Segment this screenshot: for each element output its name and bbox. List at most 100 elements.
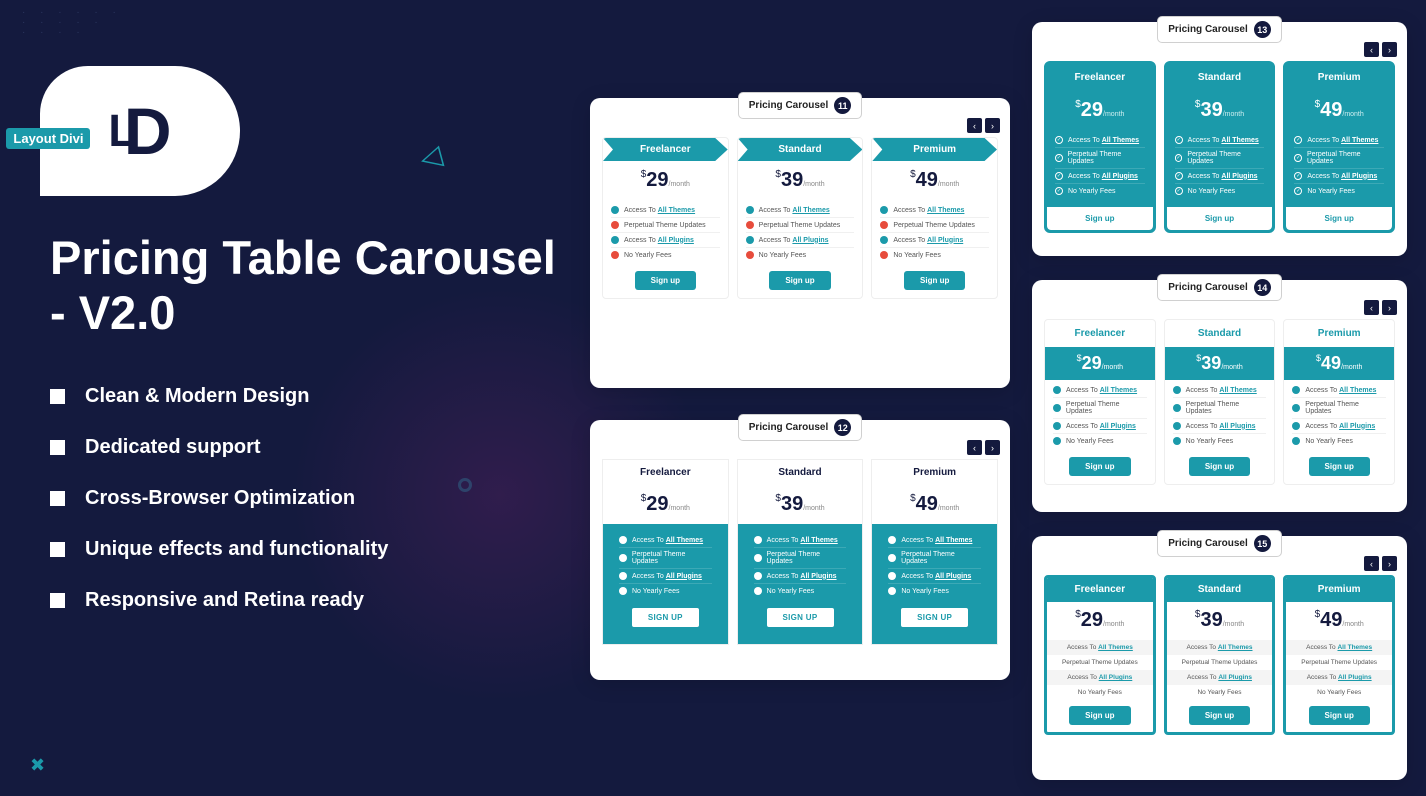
plan-feature: No Yearly Fees — [746, 247, 855, 262]
check-icon — [1173, 386, 1181, 394]
plan-price: $29/month — [603, 161, 728, 200]
plan-feature: Perpetual Theme Updates — [619, 547, 712, 568]
plan-feature: Perpetual Theme Updates — [746, 217, 855, 232]
signup-button[interactable]: Sign up — [1167, 207, 1273, 230]
signup-button[interactable]: Sign up — [635, 271, 696, 290]
prev-icon[interactable]: ‹ — [1364, 556, 1379, 571]
plan-feature: ✓Perpetual Theme Updates — [1055, 147, 1145, 168]
plan-feature: Perpetual Theme Updates — [1173, 397, 1267, 418]
signup-button[interactable]: Sign up — [1047, 207, 1153, 230]
plan-feature: Perpetual Theme Updates — [1292, 397, 1386, 418]
plan-feature: Access To All Plugins — [1047, 670, 1153, 685]
signup-button[interactable]: SIGN UP — [631, 607, 700, 628]
signup-button[interactable]: Sign up — [904, 271, 965, 290]
check-icon — [1053, 437, 1061, 445]
plan-price: $29/month — [1045, 347, 1155, 380]
prev-icon[interactable]: ‹ — [967, 440, 982, 455]
plan-feature: Access To All Themes — [888, 533, 981, 547]
x-icon — [611, 221, 619, 229]
check-icon: ✓ — [1055, 154, 1063, 162]
plan-card: Premium $49/month ✓Access To All Themes … — [1283, 61, 1395, 233]
plan-name: Standard — [1167, 64, 1273, 91]
plan-card: Premium $49/month Access To All Themes P… — [1283, 319, 1395, 485]
prev-icon[interactable]: ‹ — [967, 118, 982, 133]
panel-number: 15 — [1254, 535, 1271, 552]
signup-button[interactable]: SIGN UP — [766, 607, 835, 628]
plan-feature: ✓Access To All Plugins — [1175, 168, 1265, 183]
plan-card: Premium $49/month Access To All Themes P… — [1283, 575, 1395, 735]
plan-feature: Access To All Themes — [1286, 640, 1392, 655]
plan-price: $29/month — [603, 485, 728, 524]
main-title: Pricing Table Carousel - V2.0 — [50, 230, 560, 341]
check-icon — [754, 572, 762, 580]
check-icon — [1292, 404, 1300, 412]
plan-feature: Access To All Themes — [1167, 640, 1273, 655]
plan-feature: Access To All Themes — [1173, 383, 1267, 397]
plan-feature: No Yearly Fees — [1047, 685, 1153, 700]
prev-icon[interactable]: ‹ — [1364, 300, 1379, 315]
signup-button[interactable]: Sign up — [1069, 706, 1130, 725]
check-icon — [1173, 404, 1181, 412]
plan-price: $49/month — [1286, 91, 1392, 130]
plan-name: Premium — [1286, 64, 1392, 91]
check-icon — [619, 587, 627, 595]
next-icon[interactable]: › — [985, 440, 1000, 455]
plan-name: Freelancer — [603, 460, 728, 485]
plan-card: Standard $39/month Access To All Themes … — [737, 459, 864, 645]
plan-feature: No Yearly Fees — [1173, 433, 1267, 448]
check-icon — [1292, 437, 1300, 445]
panel-title: Pricing Carousel 14 — [1157, 274, 1281, 301]
plan-feature: No Yearly Fees — [1167, 685, 1273, 700]
plan-feature: Perpetual Theme Updates — [1286, 655, 1392, 670]
logo-letter-l: L — [108, 105, 136, 157]
logo-text: Layout Divi — [6, 128, 90, 149]
next-icon[interactable]: › — [1382, 300, 1397, 315]
next-icon[interactable]: › — [1382, 42, 1397, 57]
signup-button[interactable]: SIGN UP — [900, 607, 969, 628]
next-icon[interactable]: › — [1382, 556, 1397, 571]
plan-card: Freelancer $29/month Access To All Theme… — [1044, 319, 1156, 485]
prev-icon[interactable]: ‹ — [1364, 42, 1379, 57]
plan-price: $39/month — [738, 161, 863, 200]
panel-title: Pricing Carousel 15 — [1157, 530, 1281, 557]
plan-feature: Access To All Themes — [1053, 383, 1147, 397]
plan-feature: Perpetual Theme Updates — [611, 217, 720, 232]
signup-button[interactable]: Sign up — [1069, 457, 1130, 476]
plan-feature: Access To All Plugins — [1167, 670, 1273, 685]
plan-feature: No Yearly Fees — [1286, 685, 1392, 700]
plan-feature: Access To All Plugins — [1173, 418, 1267, 433]
check-icon — [888, 572, 896, 580]
plan-feature: ✓Access To All Plugins — [1294, 168, 1384, 183]
plan-feature: Perpetual Theme Updates — [1167, 655, 1273, 670]
x-icon — [746, 221, 754, 229]
check-icon — [746, 236, 754, 244]
plan-feature: No Yearly Fees — [611, 247, 720, 262]
plan-feature: No Yearly Fees — [1292, 433, 1386, 448]
plan-feature: ✓Access To All Plugins — [1055, 168, 1145, 183]
panel-number: 12 — [834, 419, 851, 436]
plan-feature: No Yearly Fees — [888, 583, 981, 598]
check-icon: ✓ — [1294, 136, 1302, 144]
plan-feature: Access To All Themes — [880, 203, 989, 217]
signup-button[interactable]: Sign up — [1286, 207, 1392, 230]
plan-card: Standard $39/month Access To All Themes … — [1164, 575, 1276, 735]
signup-button[interactable]: Sign up — [1189, 706, 1250, 725]
plan-feature: Access To All Plugins — [1286, 670, 1392, 685]
signup-button[interactable]: Sign up — [769, 271, 830, 290]
plan-feature: Perpetual Theme Updates — [1047, 655, 1153, 670]
plan-feature: ✓Perpetual Theme Updates — [1294, 147, 1384, 168]
plan-price: $39/month — [1167, 601, 1273, 640]
plan-feature: ✓Access To All Themes — [1055, 133, 1145, 147]
signup-button[interactable]: Sign up — [1189, 457, 1250, 476]
signup-button[interactable]: Sign up — [1309, 706, 1370, 725]
next-icon[interactable]: › — [985, 118, 1000, 133]
check-icon: ✓ — [1055, 172, 1063, 180]
signup-button[interactable]: Sign up — [1309, 457, 1370, 476]
plan-feature: No Yearly Fees — [880, 247, 989, 262]
check-icon — [888, 587, 896, 595]
plan-name: Freelancer — [1045, 320, 1155, 347]
check-icon — [619, 554, 627, 562]
plan-price: $39/month — [1165, 347, 1275, 380]
check-icon — [619, 536, 627, 544]
plan-name: Freelancer — [603, 138, 728, 161]
